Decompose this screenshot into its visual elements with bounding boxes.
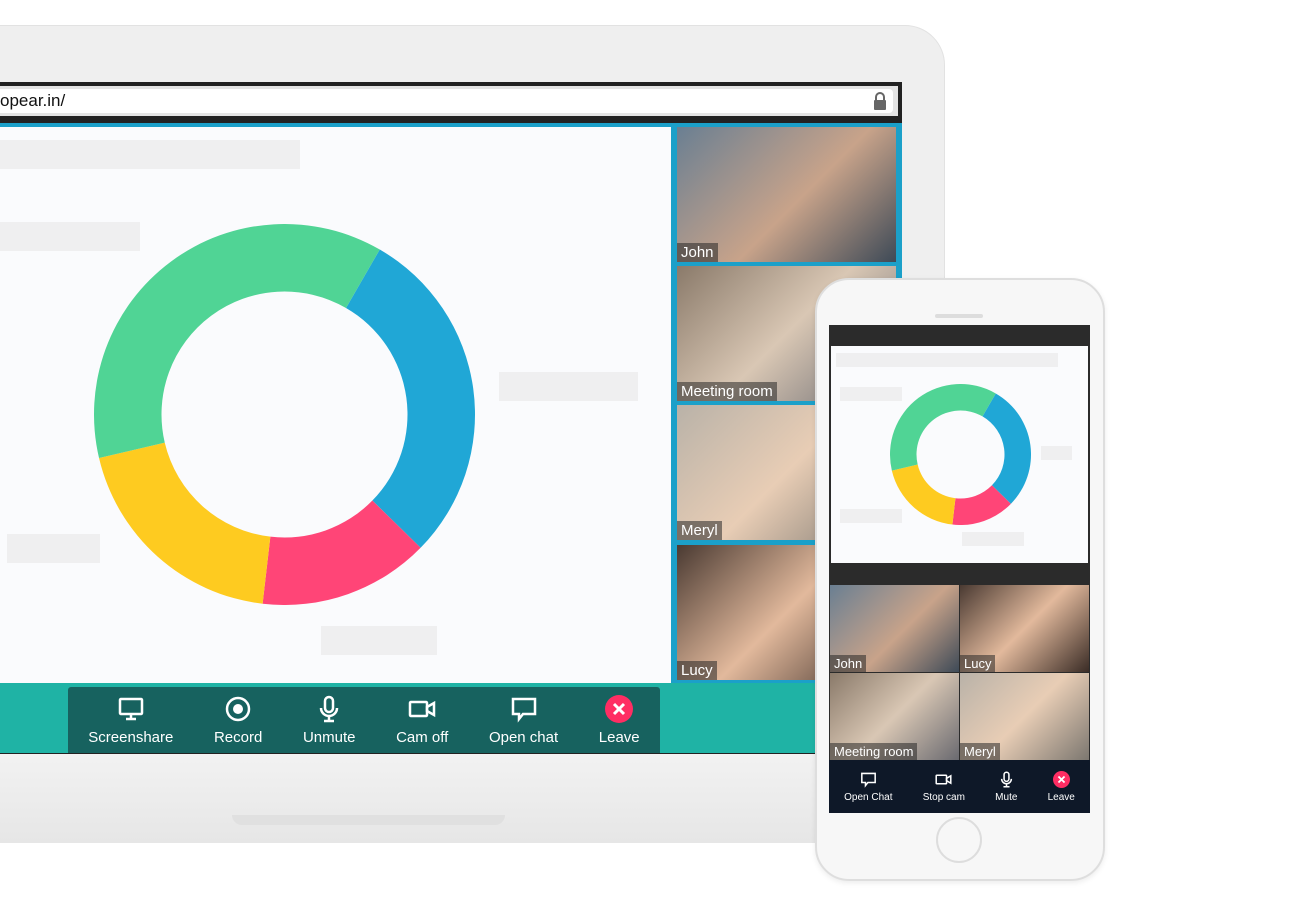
donut-segment	[891, 464, 956, 525]
leave-button[interactable]: Leave	[1047, 770, 1075, 803]
microphone-icon	[319, 695, 339, 722]
placeholder-title	[836, 353, 1058, 367]
chat-icon	[860, 772, 876, 788]
placeholder-label	[7, 534, 100, 563]
record-icon	[225, 696, 251, 721]
home-button[interactable]	[936, 817, 982, 863]
monitor-icon	[118, 697, 144, 720]
donut-segment	[982, 393, 1031, 504]
button-label: Open Chat	[844, 791, 893, 803]
close-icon	[605, 694, 634, 723]
mute-button[interactable]: Mute	[995, 770, 1018, 803]
button-label: Stop cam	[922, 791, 965, 803]
donut-segment	[94, 224, 380, 459]
phone-shared-screen	[831, 346, 1088, 563]
record-button[interactable]: Record	[214, 695, 262, 746]
placeholder-label	[1041, 446, 1072, 460]
donut-segment	[890, 384, 996, 471]
participant-tile[interactable]: Meryl	[960, 673, 1089, 760]
placeholder-label	[962, 532, 1024, 546]
close-icon	[1052, 770, 1070, 788]
laptop-notch	[232, 815, 505, 825]
participant-name: John	[677, 243, 718, 262]
button-label: Record	[213, 728, 263, 746]
button-label: Leave	[1047, 791, 1075, 803]
call-toolbar: Screenshare Record Unmute Cam off Open chat L…	[68, 687, 660, 753]
phone-speaker	[935, 314, 983, 318]
participant-name: Meeting room	[830, 743, 918, 760]
participant-tile[interactable]: Lucy	[960, 585, 1089, 672]
donut-segment	[99, 442, 271, 604]
button-label: Unmute	[302, 728, 356, 746]
participant-name: Meeting room	[677, 382, 777, 401]
participant-name: Meryl	[960, 743, 1000, 760]
phone-donut-chart	[890, 384, 1031, 525]
cam-off-button[interactable]: Cam off	[396, 695, 448, 746]
participant-name: Lucy	[960, 655, 996, 672]
donut-segment	[346, 249, 475, 548]
camera-icon	[408, 700, 436, 717]
participant-name: Lucy	[677, 661, 717, 680]
placeholder-label	[499, 372, 638, 401]
open-chat-button[interactable]: Open chat	[489, 695, 558, 746]
participant-tile[interactable]: John	[677, 127, 896, 262]
camera-icon	[935, 773, 952, 785]
microphone-icon	[1000, 770, 1012, 788]
chat-icon	[511, 697, 536, 723]
shared-screen	[0, 127, 671, 683]
participant-tile[interactable]: John	[830, 585, 959, 672]
participant-name: John	[830, 655, 867, 672]
participant-name: Meryl	[677, 521, 722, 540]
button-label: Screenshare	[88, 728, 174, 746]
button-label: Mute	[995, 791, 1018, 803]
laptop-base	[0, 753, 945, 843]
url-field[interactable]: opear.in/	[0, 89, 893, 113]
lock-icon	[874, 92, 886, 110]
button-label: Leave	[598, 728, 640, 746]
phone-toolbar: Open Chat Stop cam Mute Leave	[829, 760, 1090, 813]
open-chat-button[interactable]: Open Chat	[844, 771, 892, 803]
participant-tile[interactable]: Meeting room	[830, 673, 959, 760]
button-label: Cam off	[396, 728, 449, 746]
unmute-button[interactable]: Unmute	[302, 695, 356, 746]
placeholder-label	[321, 626, 437, 655]
stop-cam-button[interactable]: Stop cam	[923, 771, 965, 803]
screenshare-button[interactable]: Screenshare	[88, 695, 173, 746]
placeholder-title	[0, 140, 300, 169]
button-label: Open chat	[488, 728, 559, 746]
donut-chart	[94, 224, 475, 605]
leave-button[interactable]: Leave	[598, 694, 640, 746]
